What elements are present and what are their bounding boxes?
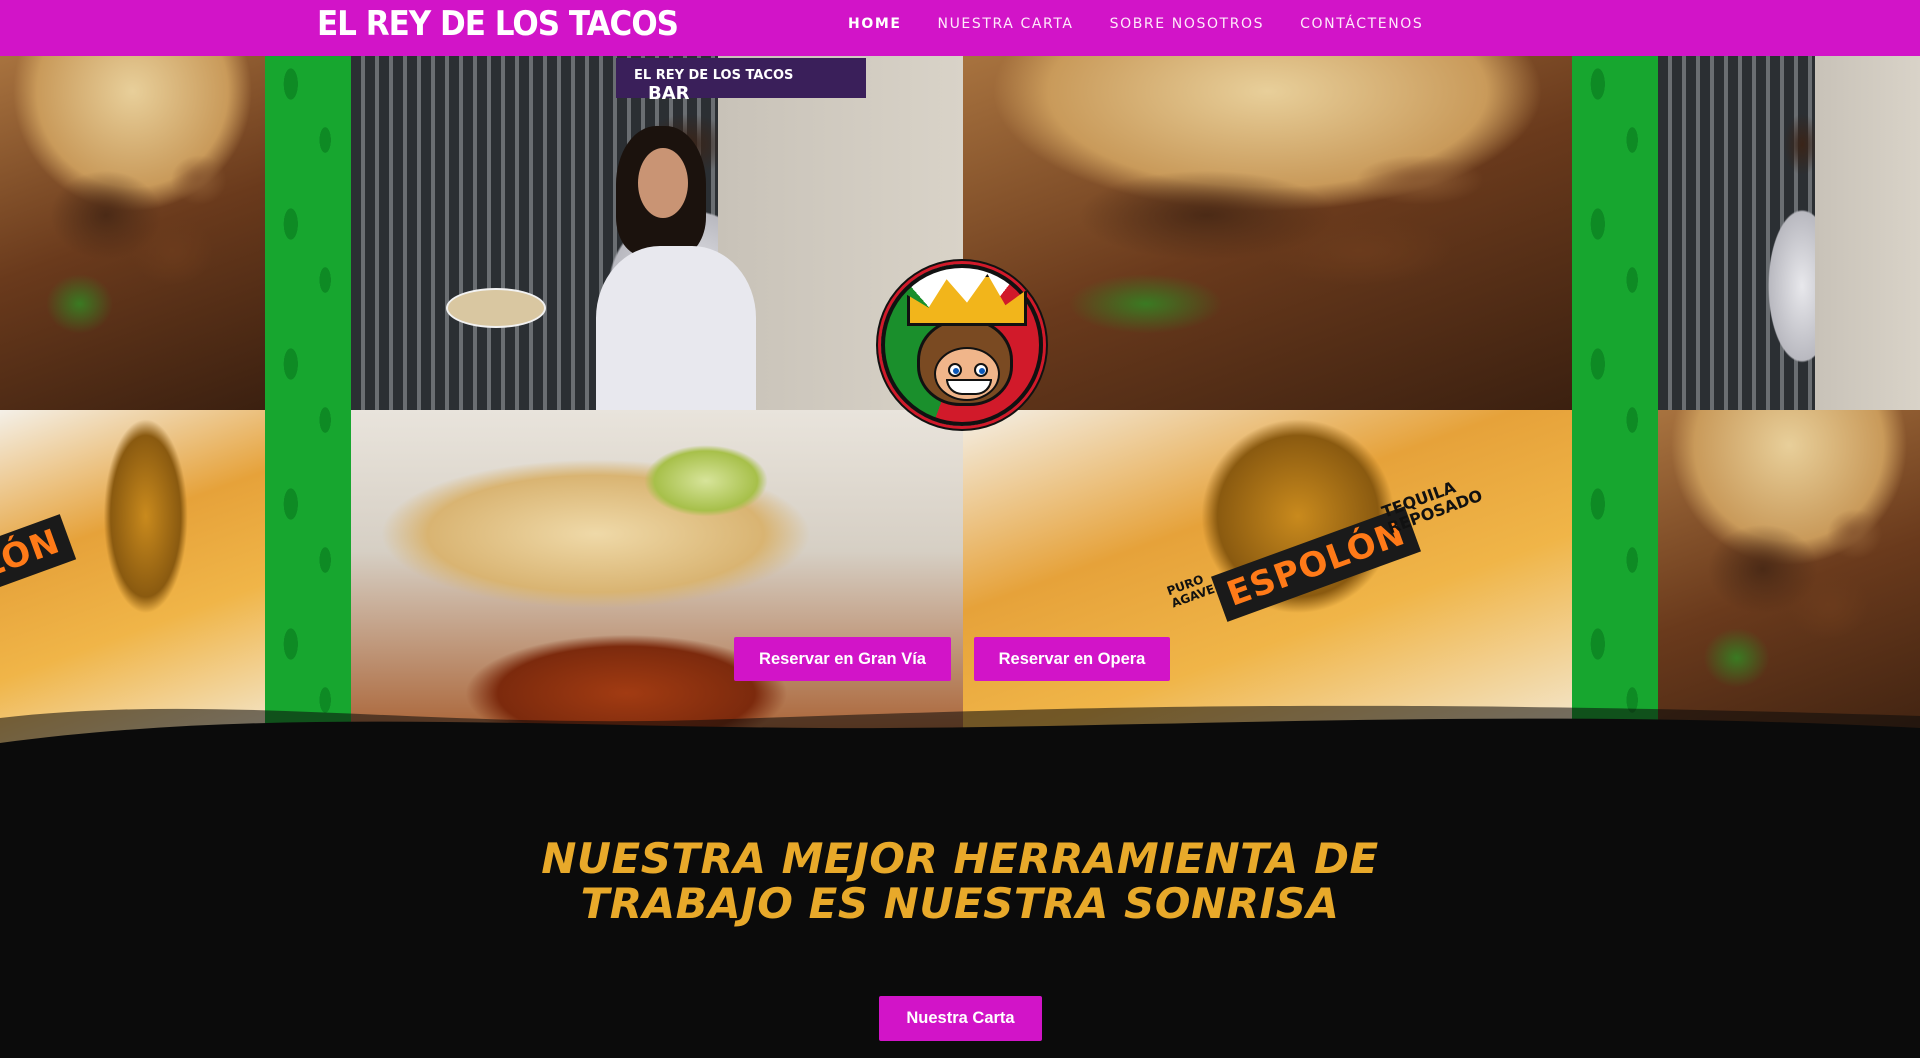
nav-home[interactable]: HOME xyxy=(848,14,920,34)
shop-sign: EL REY DE LOS TACOS BAR xyxy=(616,58,866,104)
monkey-face xyxy=(917,318,1013,406)
monkey-king-logo-icon xyxy=(881,264,1043,426)
tagline-heading: NUESTRA MEJOR HERRAMIENTA DE TRABAJO ES … xyxy=(0,836,1920,926)
woman-figure xyxy=(596,126,756,410)
nav-sobre-nosotros[interactable]: SOBRE NOSOTROS xyxy=(1092,14,1283,34)
bottle-label: LÓN xyxy=(0,514,76,594)
wave-divider xyxy=(0,705,1920,768)
reservar-gran-via-button[interactable]: Reservar en Gran Vía xyxy=(734,637,951,681)
nuestra-carta-button[interactable]: Nuestra Carta xyxy=(879,996,1042,1041)
nav-nuestra-carta[interactable]: NUESTRA CARTA xyxy=(920,14,1092,34)
tagline-line-1: NUESTRA MEJOR HERRAMIENTA DE xyxy=(541,834,1379,883)
taco-photo-left xyxy=(0,56,265,410)
restaurant-front-photo: EL REY DE LOS TACOS BAR xyxy=(351,56,963,410)
crown-icon xyxy=(907,274,1027,326)
nav-contactenos[interactable]: CONTÁCTENOS xyxy=(1282,14,1441,34)
bottle-label-tequila: TEQUILA REPOSADO xyxy=(1379,477,1485,538)
green-pattern-strip-left xyxy=(265,56,351,764)
site-header: EL REY DE LOS TACOS HOME NUESTRA CARTA S… xyxy=(0,0,1920,56)
taco-photo-closeup xyxy=(963,56,1572,410)
restaurant-front-photo-right xyxy=(1658,56,1920,410)
tagline-line-2: TRABAJO ES NUESTRA SONRISA xyxy=(580,879,1340,928)
green-pattern-strip-right xyxy=(1572,56,1658,764)
reservar-opera-button[interactable]: Reservar en Opera xyxy=(974,637,1170,681)
taco-plate xyxy=(446,288,546,328)
main-nav: HOME NUESTRA CARTA SOBRE NOSOTROS CONTÁC… xyxy=(848,14,1441,34)
site-logo[interactable]: EL REY DE LOS TACOS xyxy=(317,4,679,44)
